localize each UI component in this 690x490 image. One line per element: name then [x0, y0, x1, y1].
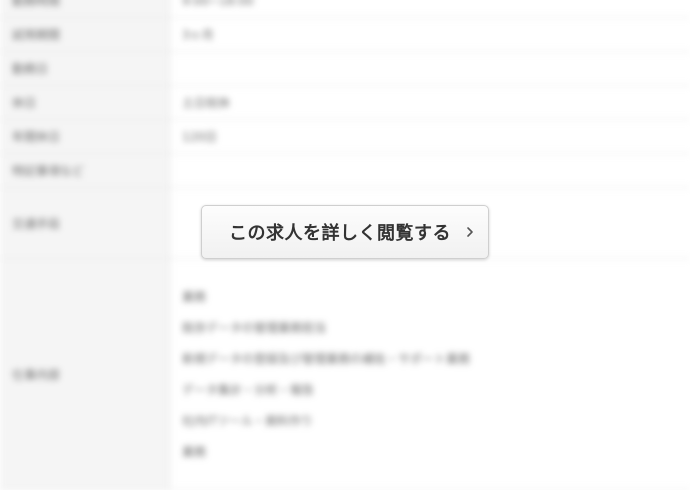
- row-value-list: 業務 既存データの管理業務担当 新規データの登録及び管理業務の補佐・サポート業務…: [170, 259, 690, 489]
- row-label: 交通手段: [0, 188, 170, 258]
- table-row: 仕事内容 業務 既存データの管理業務担当 新規データの登録及び管理業務の補佐・サ…: [0, 259, 690, 490]
- view-job-details-label: この求人を詳しく閲覧する: [229, 223, 451, 244]
- row-value: 120日: [182, 130, 217, 144]
- row-label: 試用期間: [0, 18, 170, 51]
- view-job-details-button[interactable]: この求人を詳しく閲覧する: [201, 205, 489, 259]
- row-value: 3ヶ月: [182, 28, 214, 42]
- table-row: 勤務時間 9:00~18:00: [0, 0, 690, 18]
- list-item: 業務: [182, 290, 207, 304]
- chevron-right-icon: [465, 225, 475, 239]
- row-value: [170, 154, 690, 187]
- row-value: 土日祝休: [182, 96, 231, 110]
- row-label: 仕事内容: [0, 259, 170, 489]
- table-row: 試用期間 3ヶ月: [0, 18, 690, 52]
- list-item: 新規データの登録及び管理業務の補佐・サポート業務: [182, 352, 471, 366]
- row-value: [170, 52, 690, 85]
- list-item: 業務: [182, 445, 207, 459]
- table-row: 特記事項など: [0, 154, 690, 188]
- row-label: 年間休日: [0, 120, 170, 153]
- table-row: 勤務日: [0, 52, 690, 86]
- table-row: 休日 土日祝休: [0, 86, 690, 120]
- row-label: 勤務日: [0, 52, 170, 85]
- table-row: 年間休日 120日: [0, 120, 690, 154]
- row-value: 9:00~18:00: [182, 0, 254, 8]
- list-item: データ集計・分析・報告: [182, 383, 315, 397]
- list-item: 既存データの管理業務担当: [182, 321, 327, 335]
- list-item: 社内ITツール・資料作り: [182, 414, 313, 428]
- row-label: 特記事項など: [0, 154, 170, 187]
- row-label: 休日: [0, 86, 170, 119]
- row-label: 勤務時間: [0, 0, 170, 17]
